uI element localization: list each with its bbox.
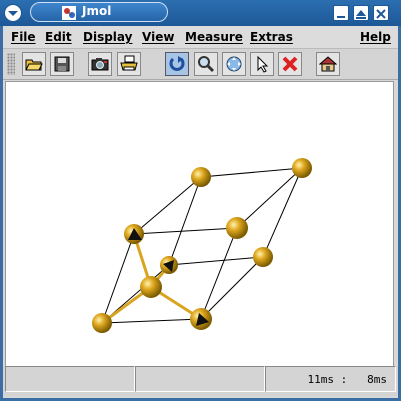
menu-extras[interactable]: Extras bbox=[250, 30, 293, 44]
zoom-button[interactable] bbox=[194, 52, 218, 76]
close-icon bbox=[376, 9, 386, 19]
window-title: Jmol bbox=[82, 4, 112, 18]
menu-display[interactable]: Display bbox=[83, 30, 132, 44]
menu-edit[interactable]: Edit bbox=[45, 30, 72, 44]
status-cell-3: 11ms : 8ms bbox=[265, 366, 396, 392]
close-button[interactable] bbox=[373, 5, 389, 21]
menu-help[interactable]: Help bbox=[360, 30, 391, 44]
home-icon bbox=[319, 56, 337, 72]
translate-icon bbox=[226, 56, 242, 72]
camera-button[interactable] bbox=[88, 52, 112, 76]
toolbar bbox=[3, 48, 398, 80]
pick-icon bbox=[257, 55, 269, 73]
print-button[interactable] bbox=[117, 52, 141, 76]
status-bar: 11ms : 8ms bbox=[3, 366, 398, 396]
pick-button[interactable] bbox=[250, 52, 274, 76]
minimize-button[interactable] bbox=[333, 5, 349, 21]
atom bbox=[140, 276, 162, 298]
menu-bar: File Edit Display View Measure Extras He… bbox=[3, 26, 398, 48]
zoom-icon bbox=[198, 56, 215, 73]
window-menu-button[interactable] bbox=[4, 4, 22, 22]
atom bbox=[226, 217, 248, 239]
render-timing: 11ms : 8ms bbox=[307, 373, 387, 386]
menu-measure[interactable]: Measure bbox=[185, 30, 243, 44]
title-bar[interactable]: Jmol bbox=[0, 0, 401, 26]
rotate-button[interactable] bbox=[165, 52, 189, 76]
status-cell-2 bbox=[135, 366, 265, 392]
molecule-viewer[interactable] bbox=[5, 81, 394, 391]
home-button[interactable] bbox=[316, 52, 340, 76]
open-icon bbox=[25, 59, 43, 71]
rotate-icon bbox=[169, 56, 185, 71]
maximize-icon bbox=[356, 10, 366, 19]
delete-icon bbox=[282, 56, 298, 72]
atom bbox=[253, 247, 273, 267]
toolbar-grip[interactable] bbox=[7, 53, 15, 75]
app-frame: File Edit Display View Measure Extras He… bbox=[3, 26, 398, 398]
atom bbox=[191, 167, 211, 187]
jmol-window: Jmol File Edit Display View Measure Extr… bbox=[0, 0, 401, 401]
atom bbox=[292, 158, 312, 178]
jmol-app-icon bbox=[62, 5, 76, 20]
minimize-icon bbox=[337, 16, 345, 18]
menu-view[interactable]: View bbox=[142, 30, 174, 44]
print-icon bbox=[120, 55, 138, 71]
translate-button[interactable] bbox=[222, 52, 246, 76]
delete-button[interactable] bbox=[278, 52, 302, 76]
menu-file[interactable]: File bbox=[11, 30, 36, 44]
save-button[interactable] bbox=[50, 52, 74, 76]
status-cell-1 bbox=[5, 366, 135, 392]
maximize-button[interactable] bbox=[353, 5, 369, 21]
camera-icon bbox=[91, 58, 109, 71]
crystal-structure bbox=[92, 158, 312, 333]
open-button[interactable] bbox=[22, 52, 46, 76]
chevron-down-icon bbox=[8, 11, 18, 16]
save-icon bbox=[54, 56, 70, 72]
atom bbox=[92, 313, 112, 333]
